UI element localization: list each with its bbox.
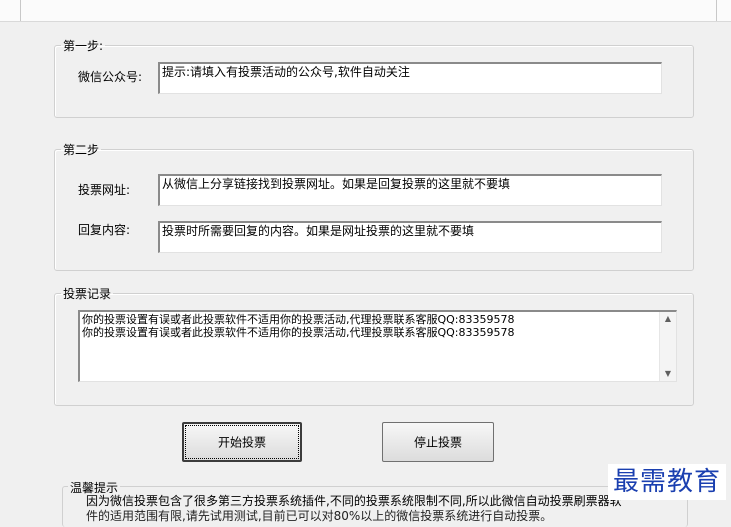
frame-edge-right bbox=[716, 0, 717, 21]
reply-content-label: 回复内容: bbox=[78, 223, 131, 237]
vote-log-lines: 你的投票设置有误或者此投票软件不适用你的投票活动,代理投票联系客服QQ:8335… bbox=[82, 313, 658, 339]
vote-log-textarea[interactable]: 你的投票设置有误或者此投票软件不适用你的投票活动,代理投票联系客服QQ:8335… bbox=[78, 310, 677, 382]
watermark-logo: 最需教育 bbox=[608, 464, 726, 500]
wechat-account-label: 微信公众号: bbox=[78, 70, 143, 84]
log-line: 你的投票设置有误或者此投票软件不适用你的投票活动,代理投票联系客服QQ:8335… bbox=[82, 313, 515, 326]
reply-content-input[interactable]: 投票时所需要回复的内容。如果是网址投票的这里就不要填 bbox=[158, 221, 662, 253]
start-vote-button[interactable]: 开始投票 bbox=[182, 422, 302, 462]
log-line: 你的投票设置有误或者此投票软件不适用你的投票活动,代理投票联系客服QQ:8335… bbox=[82, 326, 515, 339]
step1-legend: 第一步: bbox=[63, 39, 104, 53]
vote-url-label: 投票网址: bbox=[78, 183, 131, 197]
tips-line-2: 件的适用范围有限,请先试用测试,目前已可以对80%以上的微信投票系统进行自动投票… bbox=[86, 509, 553, 523]
start-vote-label: 开始投票 bbox=[217, 435, 266, 450]
wechat-account-input[interactable]: 提示:请填入有投票活动的公众号,软件自动关注 bbox=[158, 62, 662, 94]
stop-vote-button[interactable]: 停止投票 bbox=[382, 422, 494, 462]
frame-edge-left bbox=[20, 0, 21, 21]
scroll-up-arrow-icon[interactable]: ▲ bbox=[660, 312, 676, 326]
vote-log-legend: 投票记录 bbox=[63, 287, 112, 301]
step2-legend: 第二步 bbox=[63, 143, 100, 157]
window-top-strip bbox=[0, 0, 731, 22]
scroll-down-arrow-icon[interactable]: ▼ bbox=[660, 367, 676, 381]
vote-url-input[interactable]: 从微信上分享链接找到投票网址。如果是回复投票的这里就不要填 bbox=[158, 174, 662, 206]
stop-vote-label: 停止投票 bbox=[413, 435, 462, 450]
log-scrollbar[interactable]: ▲ ▼ bbox=[659, 312, 676, 381]
